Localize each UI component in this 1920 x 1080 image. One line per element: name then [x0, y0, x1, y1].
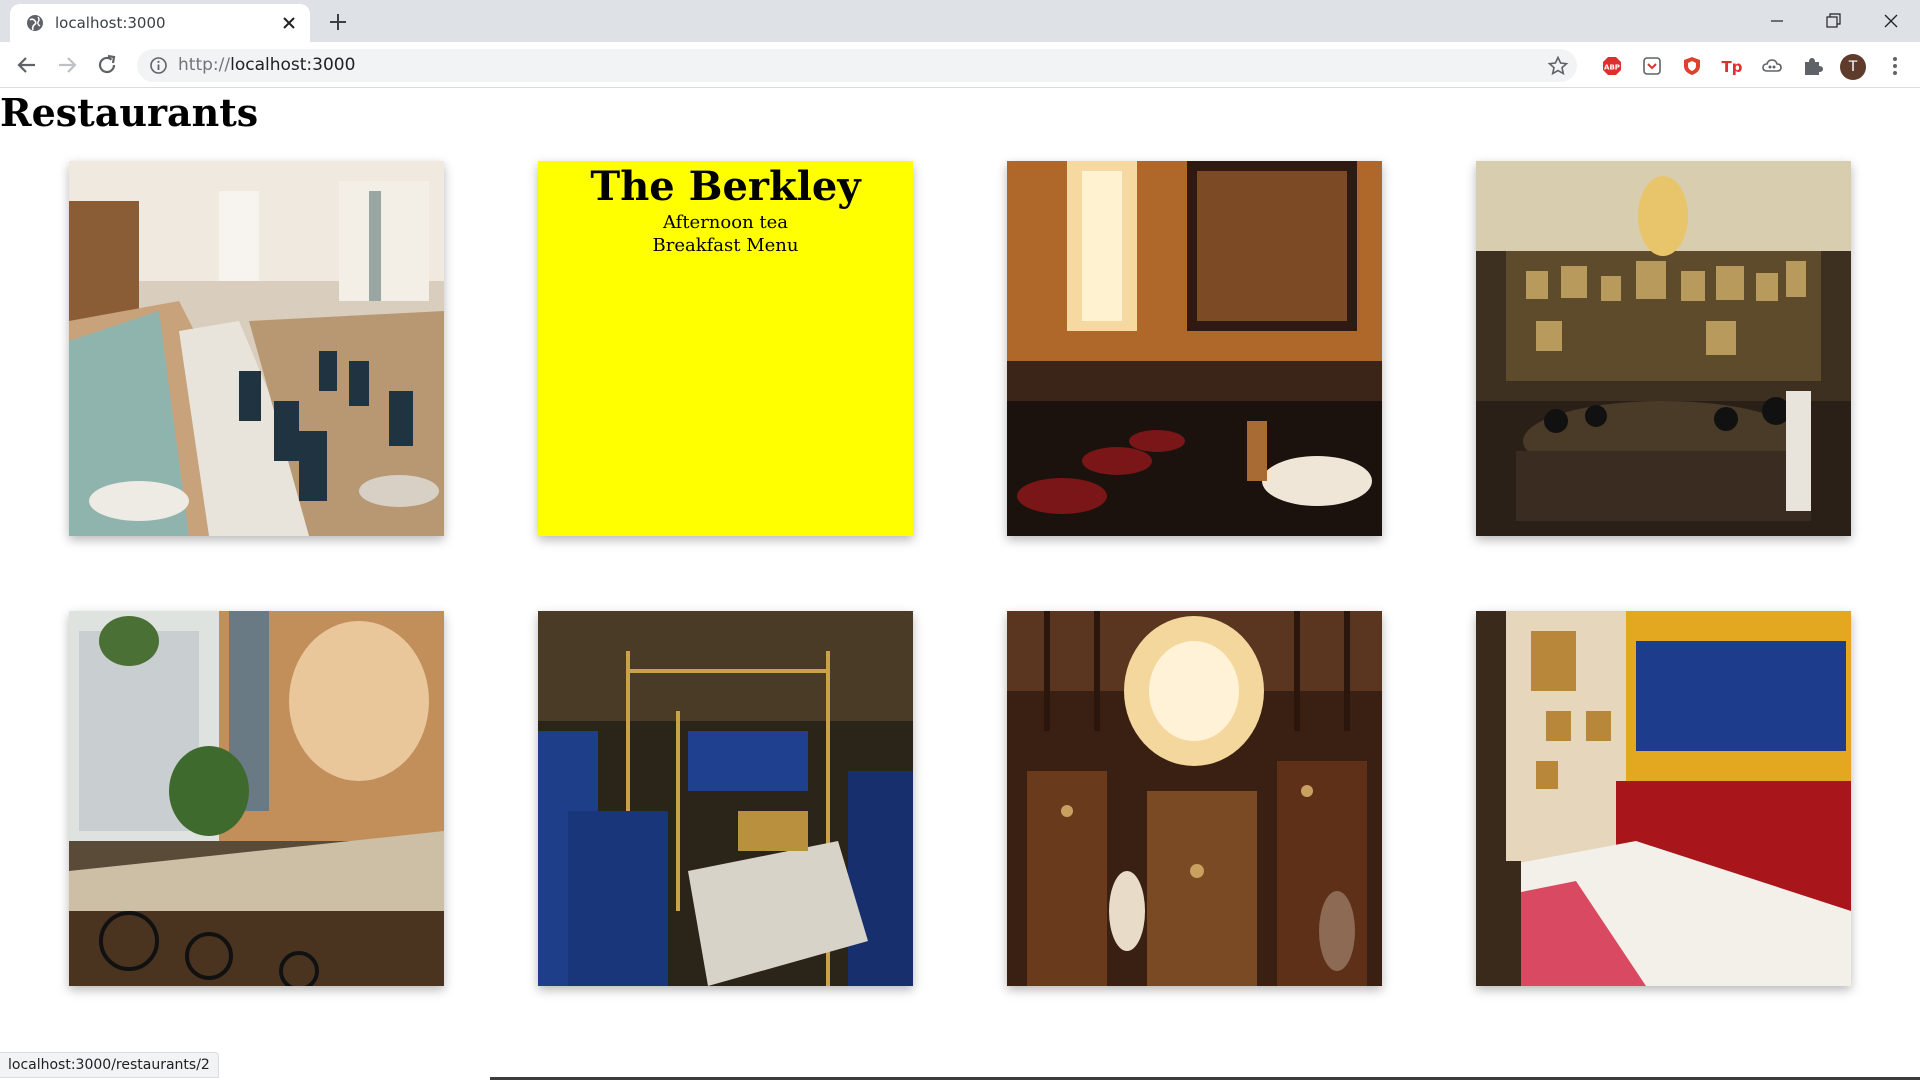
restaurant-card[interactable]	[1007, 161, 1382, 536]
restaurant-card[interactable]	[69, 611, 444, 986]
restaurant-photo	[1007, 161, 1382, 536]
restaurant-card[interactable]	[1476, 161, 1851, 536]
site-info-icon[interactable]	[149, 56, 168, 75]
restaurant-photo	[1007, 611, 1382, 986]
restaurant-card-the-berkley[interactable]: The Berkley Afternoon tea Breakfast Menu	[538, 161, 913, 536]
globe-icon	[27, 15, 43, 31]
restaurant-name: The Berkley	[590, 163, 861, 210]
restaurant-card[interactable]	[1007, 611, 1382, 986]
restaurant-card[interactable]	[1476, 611, 1851, 986]
shield-extension-icon[interactable]	[1681, 55, 1703, 77]
reload-icon[interactable]	[93, 51, 121, 79]
restaurant-photo	[69, 611, 444, 986]
status-bar-url: localhost:3000/restaurants/2	[0, 1052, 219, 1078]
tab-title: localhost:3000	[55, 14, 166, 32]
menu-link-afternoon-tea[interactable]: Afternoon tea	[538, 211, 913, 234]
pocket-extension-icon[interactable]	[1641, 55, 1663, 77]
profile-avatar[interactable]: T	[1840, 54, 1866, 80]
tp-extension-icon[interactable]: Tp	[1721, 55, 1743, 77]
restaurant-photo	[1476, 611, 1851, 986]
browser-toolbar: http://localhost:3000 ABP Tp T	[0, 42, 1920, 88]
cloud-extension-icon[interactable]	[1761, 55, 1783, 77]
restaurant-photo	[1476, 161, 1851, 536]
back-arrow-icon[interactable]	[13, 51, 41, 79]
new-tab-plus-icon[interactable]	[325, 9, 351, 35]
page-title: Restaurants	[0, 90, 259, 135]
restaurant-card[interactable]	[538, 611, 913, 986]
restaurant-photo	[538, 611, 913, 986]
svg-text:Tp: Tp	[1722, 58, 1743, 76]
browser-tab[interactable]: localhost:3000	[10, 4, 310, 42]
restore-window-icon[interactable]	[1810, 6, 1856, 36]
svg-text:ABP: ABP	[1604, 64, 1620, 72]
adblock-extension-icon[interactable]: ABP	[1601, 55, 1623, 77]
more-menu-icon[interactable]	[1884, 55, 1906, 77]
restaurant-photo	[69, 161, 444, 536]
address-bar[interactable]: http://localhost:3000	[137, 49, 1577, 82]
browser-titlebar: localhost:3000	[0, 0, 1920, 42]
menu-link-breakfast-menu[interactable]: Breakfast Menu	[538, 234, 913, 257]
url-text: http://localhost:3000	[178, 55, 356, 75]
restaurant-card[interactable]	[69, 161, 444, 536]
extensions-puzzle-icon[interactable]	[1801, 55, 1823, 77]
close-tab-icon[interactable]	[278, 12, 300, 34]
forward-arrow-icon[interactable]	[53, 51, 81, 79]
minimize-window-icon[interactable]	[1754, 6, 1800, 36]
close-window-icon[interactable]	[1868, 6, 1914, 36]
bookmark-star-icon[interactable]	[1547, 55, 1569, 77]
